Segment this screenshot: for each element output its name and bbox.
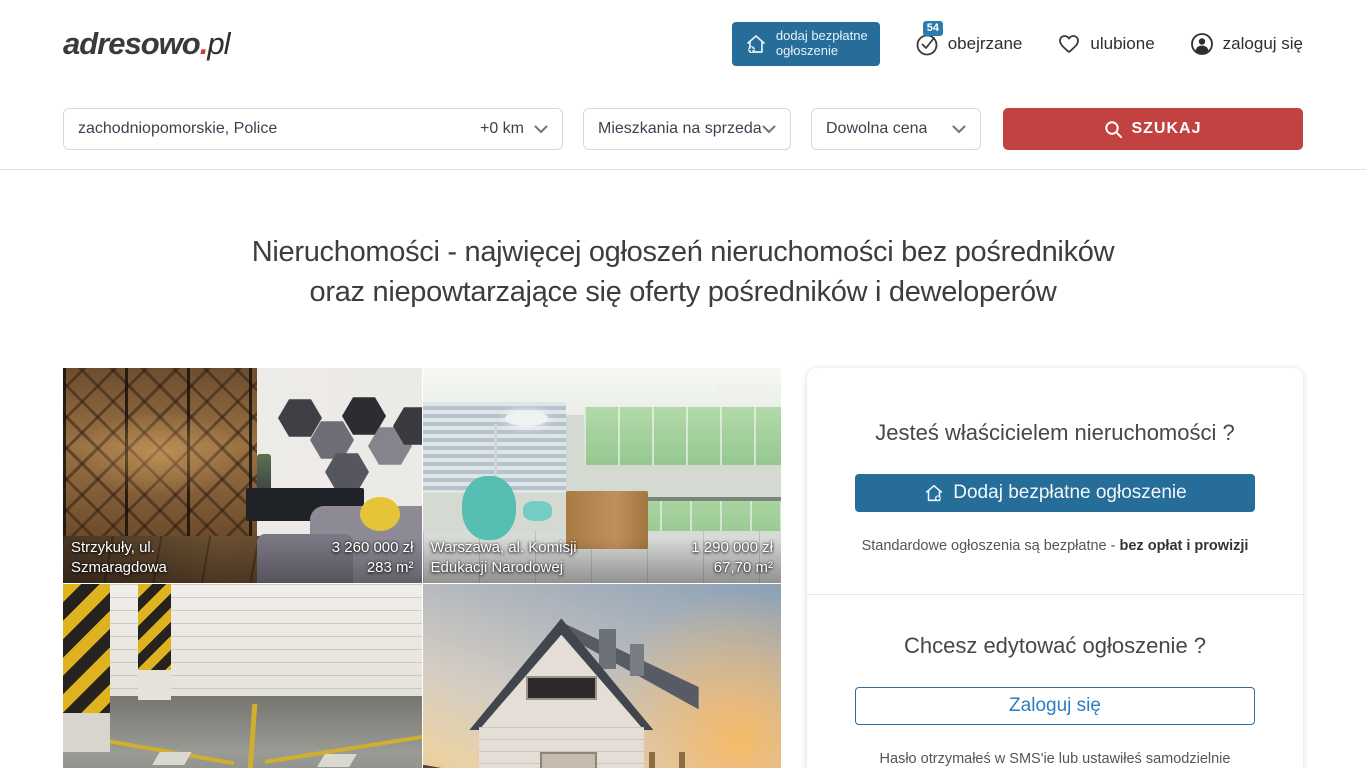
search-icon (1104, 120, 1123, 139)
search-button-label: SZUKAJ (1131, 120, 1201, 138)
listing-card[interactable]: Warszawa, al. KomisjiEdukacji Narodowej … (423, 368, 782, 583)
check-circle-icon: 54 (914, 31, 940, 57)
sidebar-login-label: Zaloguj się (1009, 695, 1101, 717)
house-plus-icon (744, 32, 768, 56)
listing-location: Warszawa, al. KomisjiEdukacji Narodowej (431, 538, 577, 578)
page-title: Nieruchomości - najwięcej ogłoszeń nieru… (63, 232, 1303, 312)
owner-note: Standardowe ogłoszenia są bezpłatne - be… (855, 538, 1255, 554)
heart-icon (1056, 31, 1082, 57)
logo-text: adresowo (63, 26, 200, 61)
house-plus-icon (923, 482, 945, 504)
favorites-link[interactable]: ulubione (1056, 31, 1154, 57)
owner-section-title: Jesteś właścicielem nieruchomości ? (855, 420, 1255, 446)
listing-caption: Warszawa, al. KomisjiEdukacji Narodowej … (423, 538, 782, 583)
login-label: zaloguj się (1223, 34, 1303, 54)
owner-section: Jesteś właścicielem nieruchomości ? Doda… (807, 368, 1303, 594)
owner-sidebar: Jesteś właścicielem nieruchomości ? Doda… (807, 368, 1303, 768)
radius-select[interactable]: +0 km (480, 120, 524, 138)
listing-area: 283 m² (332, 558, 414, 578)
edit-section: Chcesz edytować ogłoszenie ? Zaloguj się… (807, 594, 1303, 768)
category-value: Mieszkania na sprzeda (598, 120, 762, 138)
listing-price: 3 260 000 zł (332, 538, 414, 558)
chevron-down-icon (762, 125, 776, 134)
listing-photo-house-construction (423, 584, 782, 768)
listing-card[interactable]: Przedmieście Czudeckie 940 000 zł (423, 584, 782, 768)
site-header: adresowo.pl dodaj bezpłatneogłoszenie 54… (0, 0, 1366, 88)
search-bar: zachodniopomorskie, Police +0 km Mieszka… (0, 88, 1366, 170)
edit-section-title: Chcesz edytować ogłoszenie ? (855, 633, 1255, 659)
viewed-label: obejrzane (948, 34, 1023, 54)
listing-photo-parking-garage (63, 584, 422, 768)
edit-note: Hasło otrzymałeś w SMS'ie lub ustawiłeś … (855, 751, 1255, 767)
favorites-label: ulubione (1090, 34, 1154, 54)
header-actions: dodaj bezpłatneogłoszenie 54 obejrzane u… (732, 22, 1303, 66)
listing-price-area: 3 260 000 zł 283 m² (332, 538, 414, 578)
search-button[interactable]: SZUKAJ (1003, 108, 1303, 150)
add-listing-label: dodaj bezpłatneogłoszenie (776, 29, 868, 59)
main-content: Strzykuły, ul.Szmaragdowa 3 260 000 zł 2… (0, 368, 1366, 768)
listing-price: 1 290 000 zł (691, 538, 773, 558)
viewed-count-badge: 54 (923, 21, 943, 36)
location-value: zachodniopomorskie, Police (78, 120, 277, 138)
login-link[interactable]: zaloguj się (1189, 31, 1303, 57)
listing-price-area: 1 290 000 zł 67,70 m² (691, 538, 773, 578)
listings-grid: Strzykuły, ul.Szmaragdowa 3 260 000 zł 2… (63, 368, 781, 768)
listing-card[interactable]: Strzykuły, ul.Szmaragdowa 3 260 000 zł 2… (63, 368, 422, 583)
add-listing-button[interactable]: dodaj bezpłatneogłoszenie (732, 22, 880, 66)
hero-section: Nieruchomości - najwięcej ogłoszeń nieru… (0, 170, 1366, 368)
price-value: Dowolna cena (826, 120, 927, 138)
category-select[interactable]: Mieszkania na sprzeda (583, 108, 791, 150)
location-search-field[interactable]: zachodniopomorskie, Police +0 km (63, 108, 563, 150)
sidebar-add-listing-button[interactable]: Dodaj bezpłatne ogłoszenie (855, 474, 1255, 512)
price-select[interactable]: Dowolna cena (811, 108, 981, 150)
sidebar-add-listing-label: Dodaj bezpłatne ogłoszenie (953, 482, 1186, 504)
user-icon (1189, 31, 1215, 57)
site-logo[interactable]: adresowo.pl (63, 26, 229, 62)
listing-area: 67,70 m² (691, 558, 773, 578)
chevron-down-icon[interactable] (534, 125, 548, 134)
listing-caption: Strzykuły, ul.Szmaragdowa 3 260 000 zł 2… (63, 538, 422, 583)
listing-location: Strzykuły, ul.Szmaragdowa (71, 538, 167, 578)
sidebar-login-button[interactable]: Zaloguj się (855, 687, 1255, 725)
viewed-link[interactable]: 54 obejrzane (914, 31, 1023, 57)
listing-card[interactable]: Warszawa Ursynów, ul. 50 000 zł (63, 584, 422, 768)
chevron-down-icon (952, 125, 966, 134)
